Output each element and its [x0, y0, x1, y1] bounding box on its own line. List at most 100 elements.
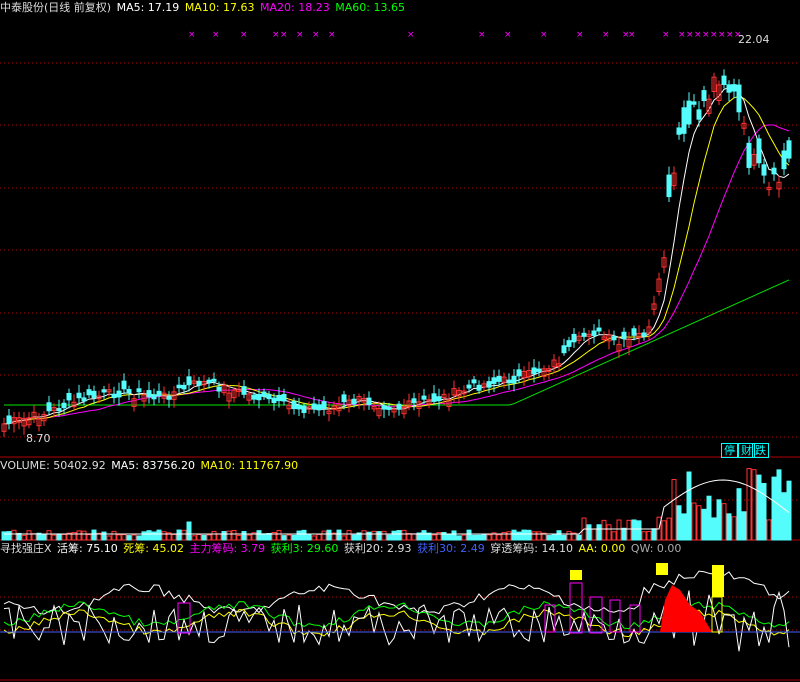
- volume-bar: [606, 524, 612, 541]
- volume-bar: [366, 531, 372, 541]
- candle-body: [641, 332, 647, 337]
- volume-bar: [241, 531, 247, 541]
- volume-bar: [781, 492, 787, 541]
- volume-bar: [86, 534, 92, 541]
- volume-bar: [451, 530, 457, 541]
- volume-bar: [586, 524, 592, 541]
- candle-body: [736, 84, 742, 113]
- signal-marker: ×: [726, 30, 734, 40]
- volume-bar: [506, 531, 512, 541]
- signal-marker: ×: [272, 30, 280, 40]
- volume-bar: [6, 531, 12, 541]
- signal-markers: × × × × × × × × × × × × × × ×× × × × × × × × × ×: [188, 30, 742, 40]
- volume-bar: [321, 530, 327, 541]
- signal-marker: ×: [478, 30, 486, 40]
- candle-body: [266, 394, 272, 400]
- volume-bar: [556, 530, 562, 541]
- candle-body: [116, 390, 122, 398]
- ma10-label: MA10: 17.63: [184, 1, 255, 14]
- volume-bar: [771, 476, 777, 541]
- volume-bar: [111, 530, 117, 541]
- signal-marker: ×: [212, 30, 220, 40]
- candle-body: [256, 394, 262, 401]
- volume-bar: [516, 531, 522, 541]
- volume-bar: [76, 530, 82, 541]
- volume-bar: [326, 529, 332, 541]
- volume-bar: [221, 531, 227, 541]
- volume-bar: [676, 505, 682, 541]
- volume-bar: [631, 519, 637, 541]
- volume-bar: [341, 535, 347, 541]
- indicator-name[interactable]: 寻找强庄X: [0, 542, 52, 555]
- candle-body: [151, 394, 157, 400]
- tag-fall[interactable]: 跌: [752, 443, 769, 458]
- volume-bar: [116, 534, 122, 541]
- candle-body: [66, 392, 72, 401]
- candle-body: [676, 127, 682, 135]
- candle-body: [386, 406, 392, 410]
- volume-bar: [536, 531, 542, 541]
- candle-body: [196, 380, 202, 386]
- volume-bar: [256, 530, 262, 541]
- profit3-label: 获利3: 29.60: [270, 542, 339, 555]
- volume-bar: [786, 480, 792, 541]
- stock-chart[interactable]: × × × × × × × × × × × × × × ×× × × × × × × × × ×: [0, 0, 800, 682]
- volume-bar: [476, 534, 482, 541]
- candle-body: [351, 398, 357, 405]
- volume-bars: [1, 468, 792, 541]
- volume-bar: [181, 529, 187, 541]
- stock-title: 中泰股份(日线 前复权): [0, 1, 112, 14]
- volume-bar: [486, 534, 492, 541]
- main-chips-box: [609, 599, 621, 633]
- volume-bar: [151, 531, 157, 541]
- volume-bar: [121, 534, 127, 541]
- pierce-chips-label: 穿透筹码: 14.10: [490, 542, 573, 555]
- volume-bar: [206, 534, 212, 541]
- candle-body: [471, 379, 477, 384]
- signal-marker: ×: [718, 30, 726, 40]
- volume-bar: [511, 529, 517, 541]
- signal-marker: ×: [280, 30, 288, 40]
- candle-body: [156, 390, 162, 397]
- ma5-path: [3, 85, 790, 425]
- qw-label: QW: 0.00: [630, 542, 682, 555]
- candle-body: [436, 396, 442, 402]
- volume-bar: [311, 535, 317, 541]
- active-chips-label: 活筹: 75.10: [57, 542, 118, 555]
- volume-bar: [711, 517, 717, 541]
- volume-bar: [351, 534, 357, 541]
- volume-bar: [11, 529, 17, 541]
- candle-body: [381, 405, 387, 410]
- candle-body: [296, 404, 302, 410]
- volume-bar: [306, 533, 312, 541]
- indicator-header: 寻找强庄X 活筹: 75.10 死筹: 45.02 主力筹码: 3.79 获利3…: [0, 542, 683, 556]
- candle-body: [126, 389, 132, 394]
- signal-marker: ×: [296, 30, 304, 40]
- candle-body: [571, 333, 577, 343]
- volume-bar: [261, 533, 267, 541]
- profit30-label: 获利30: 2.49: [417, 542, 485, 555]
- candle-body: [341, 394, 347, 403]
- volume-bar: [521, 529, 527, 541]
- volume-header: VOLUME: 50402.92 MA5: 83756.20 MA10: 111…: [0, 459, 300, 473]
- signal-marker: ×: [188, 30, 196, 40]
- main-header: 中泰股份(日线 前复权) MA5: 17.19 MA10: 17.63 MA20…: [0, 1, 407, 15]
- volume-bar: [51, 534, 57, 541]
- volume-bar: [126, 535, 132, 541]
- volume-bar: [301, 529, 307, 541]
- candle-body: [566, 340, 572, 347]
- candle-body: [691, 101, 697, 105]
- volume-bar: [596, 524, 602, 541]
- candle-body: [506, 379, 512, 384]
- candle-body: [121, 380, 127, 390]
- candle-body: [596, 327, 602, 332]
- volume-bar: [411, 533, 417, 541]
- volume-bar: [101, 531, 107, 541]
- grid-lines: [0, 62, 800, 681]
- tag-pause[interactable]: 停: [721, 443, 738, 458]
- candle-body: [86, 389, 92, 396]
- candle-body: [291, 400, 297, 410]
- candle-body: [251, 394, 257, 400]
- volume-bar: [231, 529, 237, 541]
- candle-body: [176, 384, 182, 389]
